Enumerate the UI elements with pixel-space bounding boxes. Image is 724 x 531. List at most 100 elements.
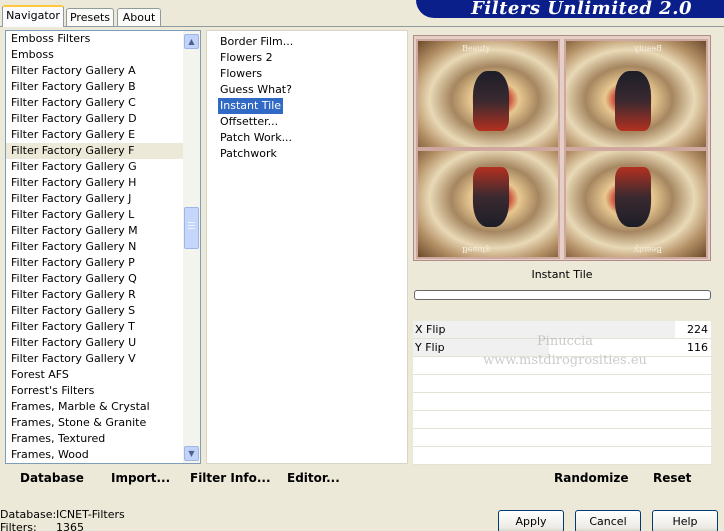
parameter-row[interactable]: Y Flip 116 xyxy=(413,339,711,357)
preview-tile: Beauty xyxy=(564,39,708,149)
parameter-row[interactable] xyxy=(413,447,711,465)
tile-figure xyxy=(615,71,651,131)
apply-button[interactable]: Apply xyxy=(498,510,564,531)
category-item[interactable]: Filter Factory Gallery L xyxy=(6,207,200,223)
category-item[interactable]: Frames, Stone & Granite xyxy=(6,415,200,431)
filter-item[interactable]: Guess What? xyxy=(207,82,407,98)
category-item[interactable]: Forest AFS xyxy=(6,367,200,383)
category-item[interactable]: Filter Factory Gallery G xyxy=(6,159,200,175)
tab-divider xyxy=(0,26,724,27)
filter-item-label: Flowers 2 xyxy=(220,51,273,64)
filter-item[interactable]: Offsetter... xyxy=(207,114,407,130)
tile-figure xyxy=(615,167,651,227)
category-item[interactable]: Filter Factory Gallery N xyxy=(6,239,200,255)
filter-item[interactable]: Patch Work... xyxy=(207,130,407,146)
category-item[interactable]: Forrest's Filters xyxy=(6,383,200,399)
parameter-name: Y Flip xyxy=(415,341,445,354)
preview-tile: Beauty xyxy=(416,39,560,149)
selected-filter-name: Instant Tile xyxy=(531,268,593,281)
category-item[interactable]: Filter Factory Gallery F xyxy=(6,143,200,159)
filter-item-label: Border Film... xyxy=(220,35,294,48)
category-item[interactable]: Filter Factory Gallery R xyxy=(6,287,200,303)
category-item[interactable]: Frames, Wood xyxy=(6,447,200,463)
category-item[interactable]: Emboss xyxy=(6,47,200,63)
app-title: Filters Unlimited 2.0 xyxy=(471,0,692,19)
parameter-value: 224 xyxy=(687,323,708,336)
filter-item-label: Instant Tile xyxy=(218,98,284,114)
tile-caption: Beauty xyxy=(462,245,491,254)
help-button[interactable]: Help xyxy=(652,510,718,531)
filter-item[interactable]: Instant Tile xyxy=(207,98,407,114)
category-item[interactable]: Filter Factory Gallery E xyxy=(6,127,200,143)
tab-presets[interactable]: Presets xyxy=(66,8,114,27)
parameter-row[interactable] xyxy=(413,393,711,411)
filter-item-label: Patchwork xyxy=(220,147,277,160)
category-item[interactable]: Filter Factory Gallery T xyxy=(6,319,200,335)
filter-item-label: Offsetter... xyxy=(220,115,279,128)
parameter-row[interactable] xyxy=(413,429,711,447)
category-scrollbar[interactable]: ▲ ▼ xyxy=(183,31,200,463)
category-item[interactable]: Filter Factory Gallery M xyxy=(6,223,200,239)
scroll-down-button[interactable]: ▼ xyxy=(184,446,199,461)
right-action-bar: Randomize Reset xyxy=(413,466,711,492)
filter-item[interactable]: Flowers 2 xyxy=(207,50,407,66)
database-button[interactable]: Database xyxy=(20,471,84,485)
category-item[interactable]: Filter Factory Gallery U xyxy=(6,335,200,351)
tile-caption: Beauty xyxy=(633,44,662,53)
preview-tile: Beauty xyxy=(416,149,560,259)
cancel-button[interactable]: Cancel xyxy=(575,510,641,531)
left-action-bar: Database Import... Filter Info... Editor… xyxy=(5,466,408,492)
filter-item-label: Patch Work... xyxy=(220,131,293,144)
category-item[interactable]: Filter Factory Gallery Q xyxy=(6,271,200,287)
status-area: Database:ICNET-Filters Filters: 1365 xyxy=(0,508,125,531)
category-items: Emboss Filters Emboss Filter Factory Galle… xyxy=(6,31,200,463)
parameter-value: 116 xyxy=(687,341,708,354)
category-item[interactable]: Filter Factory Gallery C xyxy=(6,95,200,111)
filter-items: Border Film... Flowers 2 Flowers Guess What… xyxy=(207,31,407,162)
tile-caption: Beauty xyxy=(633,245,662,254)
filter-item-label: Flowers xyxy=(220,67,263,80)
category-item[interactable]: Filter Factory Gallery V xyxy=(6,351,200,367)
category-item[interactable]: Filter Factory Gallery H xyxy=(6,175,200,191)
preview-tile: Beauty xyxy=(564,149,708,259)
scroll-up-button[interactable]: ▲ xyxy=(184,34,199,49)
category-item[interactable]: Filter Factory Gallery P xyxy=(6,255,200,271)
tab-strip: Navigator Presets About Filters Unlimite… xyxy=(0,0,724,27)
category-list[interactable]: Emboss Filters Emboss Filter Factory Galle… xyxy=(5,30,201,464)
category-item[interactable]: Frames, Textured xyxy=(6,431,200,447)
import-button[interactable]: Import... xyxy=(111,471,170,485)
database-label: Database: xyxy=(0,508,57,521)
randomize-button[interactable]: Randomize xyxy=(554,471,628,485)
tab-navigator[interactable]: Navigator xyxy=(2,5,64,27)
parameter-row[interactable] xyxy=(413,411,711,429)
editor-button[interactable]: Editor... xyxy=(287,471,340,485)
parameter-row[interactable] xyxy=(413,357,711,375)
category-item[interactable]: Filter Factory Gallery S xyxy=(6,303,200,319)
filter-item[interactable]: Patchwork xyxy=(207,146,407,162)
filter-list[interactable]: Border Film... Flowers 2 Flowers Guess What… xyxy=(206,30,408,464)
tab-about[interactable]: About xyxy=(117,8,161,27)
database-value: ICNET-Filters xyxy=(56,508,125,521)
title-banner: Filters Unlimited 2.0 xyxy=(416,0,724,19)
parameter-row[interactable] xyxy=(413,375,711,393)
category-item[interactable]: Emboss Filters xyxy=(6,31,200,47)
category-item[interactable]: Frames, Marble & Crystal xyxy=(6,399,200,415)
filter-item[interactable]: Flowers xyxy=(207,66,407,82)
filter-item[interactable]: Border Film... xyxy=(207,34,407,50)
category-item[interactable]: Filter Factory Gallery J xyxy=(6,191,200,207)
tile-figure xyxy=(473,167,509,227)
parameter-table: X Flip 224 Y Flip 116 xyxy=(413,321,711,465)
filter-info-button[interactable]: Filter Info... xyxy=(190,471,271,485)
tile-figure xyxy=(473,71,509,131)
parameter-row[interactable]: X Flip 224 xyxy=(413,321,711,339)
filters-count: 1365 xyxy=(56,521,84,531)
reset-button[interactable]: Reset xyxy=(653,471,691,485)
filter-item-label: Guess What? xyxy=(220,83,292,96)
scroll-thumb[interactable] xyxy=(184,207,199,249)
category-item[interactable]: Filter Factory Gallery B xyxy=(6,79,200,95)
category-item[interactable]: Filter Factory Gallery D xyxy=(6,111,200,127)
filters-label: Filters: xyxy=(0,521,37,531)
parameter-level-bar[interactable] xyxy=(413,321,675,338)
parameter-name: X Flip xyxy=(415,323,446,336)
category-item[interactable]: Filter Factory Gallery A xyxy=(6,63,200,79)
